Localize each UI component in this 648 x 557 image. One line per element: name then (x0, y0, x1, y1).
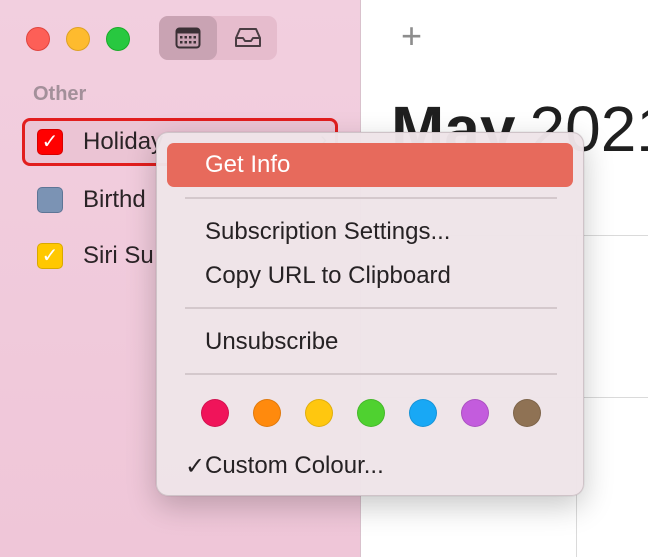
minimize-window-button[interactable] (66, 27, 90, 51)
calendar-name: Holiday (83, 128, 164, 155)
calendar-name: Siri Su (83, 242, 154, 269)
menu-item-get-info[interactable]: Get Info (167, 143, 573, 187)
section-label-other: Other (33, 83, 87, 105)
menu-item-copy-url[interactable]: Copy URL to Clipboard (167, 254, 573, 298)
color-swatch-blue[interactable] (409, 399, 437, 427)
add-event-button[interactable]: + (401, 16, 422, 56)
close-window-button[interactable] (26, 27, 50, 51)
calendar-checkbox[interactable] (37, 187, 63, 213)
color-swatch-brown[interactable] (513, 399, 541, 427)
checkmark-icon: ✓ (185, 452, 206, 480)
color-swatch-orange[interactable] (253, 399, 281, 427)
custom-colour-label: Custom Colour... (205, 452, 384, 479)
sidebar-toggle-group (159, 16, 277, 60)
menu-separator (185, 307, 557, 309)
menu-item-custom-colour[interactable]: ✓ Custom Colour... (167, 444, 573, 488)
color-swatch-purple[interactable] (461, 399, 489, 427)
calendar-checkbox[interactable]: ✓ (37, 243, 63, 269)
color-swatch-green[interactable] (357, 399, 385, 427)
inbox-toggle-button[interactable] (219, 16, 277, 60)
menu-separator (185, 197, 557, 199)
calendar-checkbox[interactable]: ✓ (37, 129, 63, 155)
menu-separator (185, 373, 557, 375)
color-swatch-red[interactable] (201, 399, 229, 427)
inbox-icon (235, 28, 261, 47)
color-swatch-yellow[interactable] (305, 399, 333, 427)
maximize-window-button[interactable] (106, 27, 130, 51)
menu-item-unsubscribe[interactable]: Unsubscribe (167, 320, 573, 364)
calendar-name: Birthd (83, 186, 146, 213)
context-menu: Get Info Subscription Settings... Copy U… (156, 132, 584, 496)
calendar-icon (175, 27, 201, 49)
menu-item-subscription-settings[interactable]: Subscription Settings... (167, 210, 573, 254)
calendars-toggle-button[interactable] (159, 16, 217, 60)
